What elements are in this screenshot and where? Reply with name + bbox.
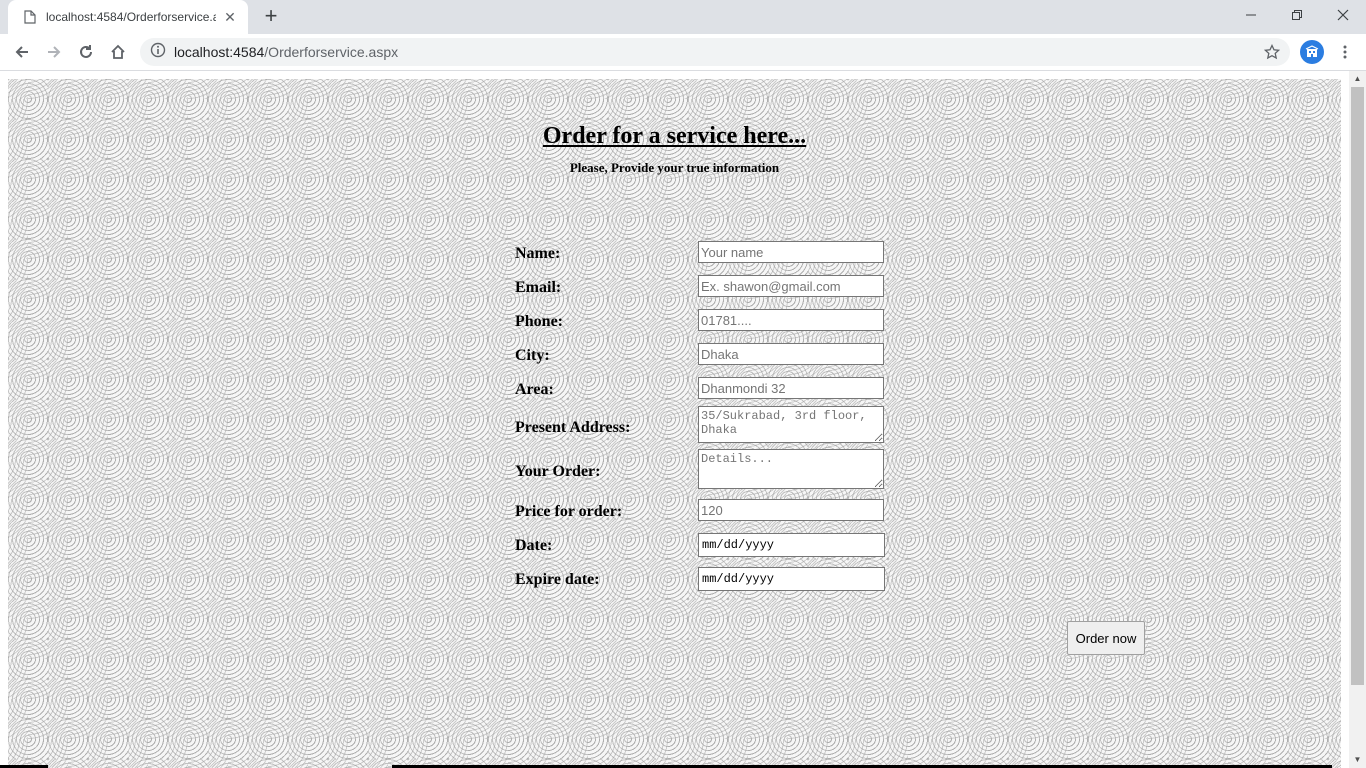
more-menu-icon[interactable] (1333, 40, 1357, 64)
info-icon[interactable] (150, 42, 166, 63)
page-icon (22, 9, 38, 25)
date-input[interactable]: mm/dd/yyyy (698, 533, 885, 557)
address-textarea[interactable] (698, 406, 884, 443)
email-input[interactable] (698, 275, 884, 297)
profile-avatar-icon[interactable] (1300, 40, 1324, 64)
date-label: Date: (515, 537, 553, 554)
email-label: Email: (515, 279, 562, 296)
city-label: City: (515, 347, 550, 364)
tab-bar: localhost:4584/Orderforservice.as ✕ + (0, 0, 1366, 34)
restore-button[interactable] (1274, 0, 1320, 30)
area-label: Area: (515, 381, 554, 398)
tab-title: localhost:4584/Orderforservice.as (46, 10, 216, 24)
page-title: Order for a service here... (542, 123, 807, 149)
scroll-up-arrow-icon[interactable]: ▲ (1349, 71, 1366, 87)
city-input[interactable] (698, 343, 884, 365)
order-now-button[interactable]: Order now (1067, 621, 1145, 655)
area-input[interactable] (698, 377, 884, 399)
scroll-thumb[interactable] (1351, 87, 1364, 685)
close-tab-icon[interactable]: ✕ (222, 9, 238, 25)
new-tab-button[interactable]: + (259, 5, 283, 29)
name-input[interactable] (698, 241, 884, 263)
address-bar[interactable]: localhost:4584/Orderforservice.aspx (140, 38, 1290, 66)
order-details-textarea[interactable] (698, 449, 884, 489)
browser-tab[interactable]: localhost:4584/Orderforservice.as ✕ (8, 0, 248, 34)
phone-input[interactable] (698, 309, 884, 331)
browser-toolbar: localhost:4584/Orderforservice.aspx (0, 34, 1366, 71)
page-viewport: Order for a service here... Please, Prov… (0, 71, 1366, 768)
back-arrow-icon[interactable] (8, 38, 36, 66)
order-label: Your Order: (515, 463, 601, 480)
bookmark-star-icon[interactable] (1263, 43, 1281, 65)
forward-arrow-icon[interactable] (40, 38, 68, 66)
expire-date-input[interactable]: mm/dd/yyyy (698, 567, 885, 591)
url-text: localhost:4584/Orderforservice.aspx (174, 44, 398, 60)
url-path: /Orderforservice.aspx (264, 44, 399, 60)
home-icon[interactable] (104, 38, 132, 66)
phone-label: Phone: (515, 313, 563, 330)
url-host: localhost:4584 (174, 44, 265, 60)
page-background: Order for a service here... Please, Prov… (8, 79, 1341, 768)
price-input[interactable] (698, 499, 884, 521)
scroll-down-arrow-icon[interactable]: ▼ (1349, 752, 1366, 768)
price-label: Price for order: (515, 503, 623, 520)
expire-date-label: Expire date: (515, 571, 600, 588)
vertical-scrollbar[interactable]: ▲ ▼ (1349, 71, 1366, 768)
close-window-button[interactable] (1320, 0, 1366, 30)
reload-icon[interactable] (72, 38, 100, 66)
name-label: Name: (515, 245, 561, 262)
page-subtitle: Please, Provide your true information (569, 160, 780, 175)
address-label: Present Address: (515, 419, 631, 436)
minimize-button[interactable] (1228, 0, 1274, 30)
